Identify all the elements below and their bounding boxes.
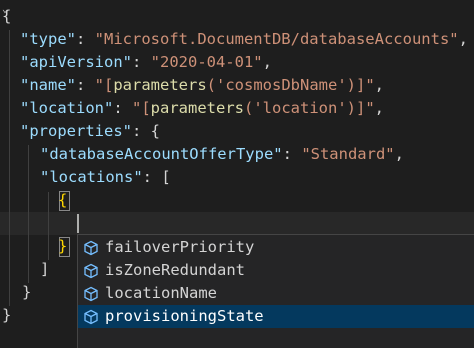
- code-token: : {: [131, 122, 160, 140]
- code-token: }: [22, 283, 32, 301]
- text-cursor: [77, 214, 79, 233]
- suggestion-label: failoverPriority: [105, 238, 255, 256]
- code-token: "locations": [40, 168, 143, 186]
- code-line[interactable]: "name": "[parameters('cosmosDbName')]",: [20, 74, 384, 97]
- indent-guide: [48, 192, 49, 260]
- property-icon: [83, 240, 99, 256]
- code-token: {: [58, 191, 68, 209]
- suggestion-widget[interactable]: failoverPriority isZoneRedundant locationN…: [77, 234, 474, 348]
- code-token: }: [58, 237, 68, 255]
- code-token: "Microsoft.DocumentDB/databaseAccounts": [94, 30, 459, 48]
- code-line[interactable]: "location": "[parameters('location')]",: [20, 97, 384, 120]
- code-token: "[: [132, 99, 151, 117]
- code-token: ,: [374, 76, 384, 94]
- code-token: "[: [94, 76, 114, 94]
- suggestion-label: locationName: [105, 284, 217, 302]
- code-token: ]": [355, 99, 375, 117]
- code-token: ]": [355, 76, 375, 94]
- code-token: : [: [142, 168, 171, 186]
- code-token: "location": [20, 99, 114, 117]
- indent-guide: [9, 30, 10, 306]
- code-token: "databaseAccountOfferType": [40, 145, 283, 163]
- code-token: ,: [374, 99, 384, 117]
- code-token: "apiVersion": [20, 53, 132, 71]
- suggestion-label: provisioningState: [105, 307, 264, 325]
- code-token: "2020-04-01": [150, 53, 263, 71]
- suggestion-item[interactable]: locationName: [78, 282, 474, 305]
- code-token: "type": [20, 30, 76, 48]
- property-icon: [83, 309, 99, 325]
- code-line[interactable]: "databaseAccountOfferType": "Standard",: [40, 143, 404, 166]
- code-line[interactable]: }: [58, 235, 67, 258]
- code-line[interactable]: {: [58, 189, 67, 212]
- code-token: ]: [40, 260, 50, 278]
- code-token: :: [131, 53, 151, 71]
- suggestion-item[interactable]: provisioningState: [78, 305, 474, 328]
- indent-guide: [28, 145, 29, 283]
- suggestion-label: isZoneRedundant: [105, 261, 245, 279]
- code-token: "name": [20, 76, 76, 94]
- current-line-highlight: [0, 212, 474, 235]
- code-line[interactable]: "properties": {: [20, 120, 160, 143]
- code-token: :: [76, 76, 95, 94]
- code-token: "Standard": [301, 145, 395, 163]
- code-line[interactable]: ]: [40, 258, 49, 281]
- code-line[interactable]: "apiVersion": "2020-04-01",: [20, 51, 272, 74]
- code-token: {: [2, 7, 12, 25]
- code-token: ('location'): [244, 99, 356, 117]
- code-token: "properties": [20, 122, 132, 140]
- code-line[interactable]: {: [2, 5, 11, 28]
- code-token: ,: [394, 145, 404, 163]
- code-token: parameters: [113, 76, 207, 94]
- property-icon: [83, 263, 99, 279]
- code-token: :: [113, 99, 132, 117]
- code-token: ('cosmosDbName'): [206, 76, 356, 94]
- suggestion-item[interactable]: isZoneRedundant: [78, 259, 474, 282]
- suggestion-item[interactable]: failoverPriority: [78, 236, 474, 259]
- code-token: :: [282, 145, 302, 163]
- code-token: }: [2, 306, 12, 324]
- code-token: parameters: [150, 99, 244, 117]
- property-icon: [83, 286, 99, 302]
- code-token: ,: [458, 30, 468, 48]
- code-token: ,: [262, 53, 272, 71]
- code-token: :: [76, 30, 95, 48]
- code-line[interactable]: }: [22, 281, 31, 304]
- code-line[interactable]: "type": "Microsoft.DocumentDB/databaseAc…: [20, 28, 468, 51]
- code-line[interactable]: "locations": [: [40, 166, 171, 189]
- code-line[interactable]: }: [2, 304, 11, 327]
